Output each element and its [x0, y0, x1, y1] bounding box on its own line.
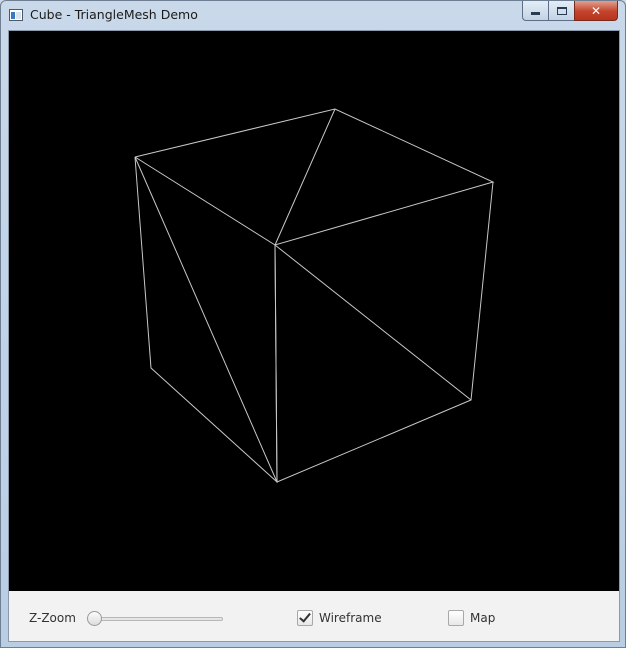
maximize-icon	[556, 6, 567, 15]
cube-wireframe	[134, 108, 495, 484]
window-controls: ✕	[522, 1, 618, 21]
map-label[interactable]: Map	[470, 611, 495, 625]
z-zoom-slider-thumb[interactable]	[87, 611, 102, 626]
maximize-button[interactable]	[548, 1, 574, 21]
close-button[interactable]: ✕	[574, 1, 618, 21]
top-face-diagonal	[274, 108, 336, 246]
3d-viewport[interactable]	[9, 31, 619, 591]
z-zoom-slider-track[interactable]	[95, 617, 223, 621]
checkmark-icon	[299, 610, 311, 623]
z-zoom-label: Z-Zoom	[29, 611, 76, 625]
cube-right-face	[274, 181, 494, 483]
close-icon: ✕	[590, 3, 602, 18]
window-client-area: Z-Zoom Wireframe Map	[8, 30, 620, 642]
map-checkbox[interactable]	[448, 610, 464, 626]
app-window-icon[interactable]	[9, 9, 23, 21]
right-face-diagonal	[274, 244, 472, 401]
wireframe-label[interactable]: Wireframe	[319, 611, 382, 625]
cube-top-face	[134, 108, 495, 246]
wireframe-checkbox[interactable]	[297, 610, 313, 626]
minimize-icon	[531, 11, 540, 15]
app-window: Cube - TriangleMesh Demo ✕ Z-Zoom Wirefr…	[0, 0, 626, 648]
minimize-button[interactable]	[522, 1, 548, 21]
map-checkbox-group[interactable]: Map	[448, 610, 495, 626]
title-bar[interactable]: Cube - TriangleMesh Demo ✕	[1, 1, 625, 30]
wireframe-checkbox-group[interactable]: Wireframe	[297, 610, 382, 626]
left-face-diagonal	[134, 156, 278, 483]
window-title: Cube - TriangleMesh Demo	[30, 7, 198, 22]
control-panel: Z-Zoom Wireframe Map	[9, 591, 619, 641]
